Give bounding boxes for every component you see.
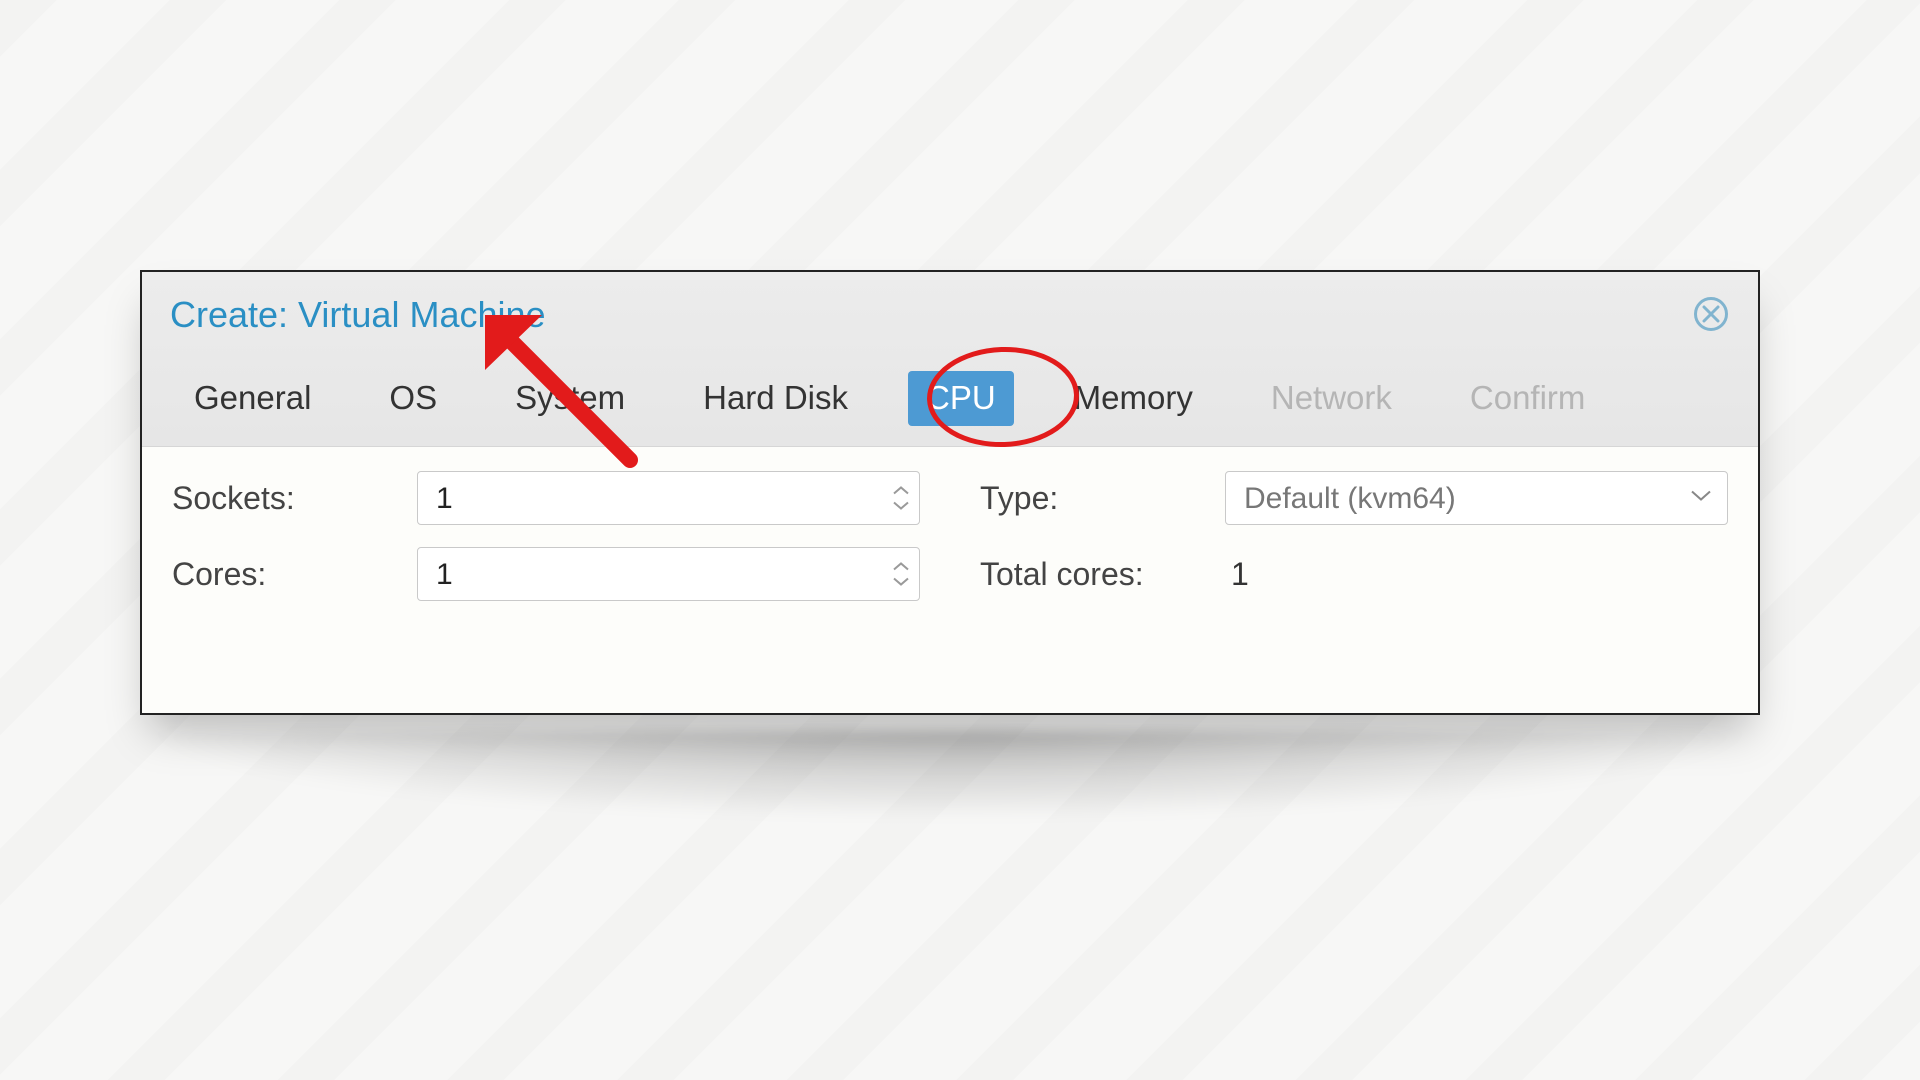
sockets-row: Sockets: 1 — [172, 471, 920, 525]
cores-input[interactable]: 1 — [417, 547, 920, 601]
cores-control: 1 — [417, 547, 920, 601]
sockets-stepper[interactable] — [892, 485, 910, 512]
type-select[interactable]: Default (kvm64) — [1225, 471, 1728, 525]
chevron-down-icon — [1690, 489, 1712, 503]
totalcores-value: 1 — [1225, 556, 1249, 593]
sockets-input[interactable]: 1 — [417, 471, 920, 525]
chevron-down-icon — [892, 500, 910, 512]
chevron-up-icon — [892, 485, 910, 497]
totalcores-label: Total cores: — [980, 556, 1225, 593]
tab-hard-disk[interactable]: Hard Disk — [685, 371, 866, 426]
tab-memory[interactable]: Memory — [1056, 371, 1211, 426]
close-button[interactable] — [1694, 297, 1728, 331]
tab-system[interactable]: System — [497, 371, 643, 426]
dialog-title: Create: Virtual Machine — [170, 294, 1730, 336]
type-row: Type: Default (kvm64) — [980, 471, 1728, 525]
dialog-dropshadow — [140, 730, 1760, 820]
wizard-tabs: General OS System Hard Disk CPU Memory N… — [170, 371, 1730, 426]
close-icon — [1702, 305, 1720, 323]
totalcores-row: Total cores: 1 — [980, 547, 1728, 601]
tab-cpu[interactable]: CPU — [908, 371, 1014, 426]
sockets-control: 1 — [417, 471, 920, 525]
create-vm-dialog: Create: Virtual Machine General OS Syste… — [140, 270, 1760, 715]
tab-os[interactable]: OS — [371, 371, 455, 426]
cores-label: Cores: — [172, 556, 417, 593]
sockets-label: Sockets: — [172, 480, 417, 517]
cpu-panel: Sockets: 1 Type: Default (kvm64) Cores: — [142, 447, 1758, 625]
tab-general[interactable]: General — [176, 371, 329, 426]
cores-row: Cores: 1 — [172, 547, 920, 601]
chevron-up-icon — [892, 561, 910, 573]
type-dropdown-toggle[interactable] — [1690, 489, 1712, 508]
cores-stepper[interactable] — [892, 561, 910, 588]
tab-confirm: Confirm — [1452, 371, 1604, 426]
tab-network: Network — [1253, 371, 1410, 426]
chevron-down-icon — [892, 576, 910, 588]
type-label: Type: — [980, 480, 1225, 517]
type-control: Default (kvm64) — [1225, 471, 1728, 525]
dialog-header: Create: Virtual Machine General OS Syste… — [142, 272, 1758, 447]
